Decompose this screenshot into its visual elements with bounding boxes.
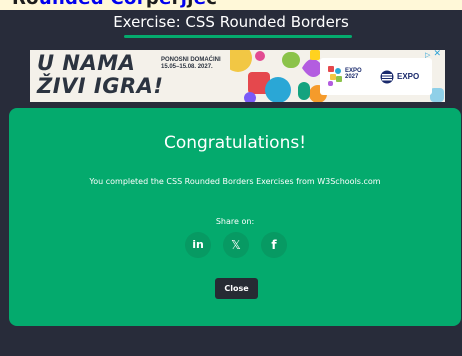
top-strip-text: Rounded Corperjjec (12, 0, 217, 9)
share-label: Share on: (215, 217, 255, 226)
linkedin-icon: in (192, 238, 204, 251)
x-icon: 𝕏 (231, 238, 241, 252)
top-strip: Rounded Corperjjec (0, 0, 462, 10)
title-underline (124, 35, 352, 38)
congratulations-modal: Congratulations! You completed the CSS R… (9, 108, 461, 326)
share-facebook-button[interactable]: f (261, 232, 287, 258)
expo-logo: EXPO (380, 67, 426, 87)
ad-info-icon[interactable]: ▷ (425, 51, 430, 59)
ad-close-icon[interactable]: ✕ (433, 50, 441, 59)
expo-2027-logo: EXPO 2027 (328, 64, 370, 89)
ad-banner[interactable]: U NAMA ŽIVI IGRA! PONOSNI DOMAĆINI 15.05… (30, 50, 445, 102)
share-linkedin-button[interactable]: in (185, 232, 211, 258)
facebook-icon: f (271, 238, 277, 252)
modal-title: Congratulations! (163, 133, 307, 153)
close-button[interactable]: Close (215, 278, 258, 299)
ad-subtext: PONOSNI DOMAĆINI 15.05–15.08. 2027. (161, 57, 221, 70)
completion-message: You completed the CSS Rounded Borders Ex… (89, 177, 381, 186)
share-x-button[interactable]: 𝕏 (223, 232, 249, 258)
ad-headline: U NAMA ŽIVI IGRA! (37, 51, 164, 98)
ad-logo-box: EXPO 2027 EXPO (320, 58, 432, 95)
ad-choices[interactable]: ▷ ✕ (425, 50, 443, 60)
page-title: Exercise: CSS Rounded Borders (113, 13, 349, 31)
